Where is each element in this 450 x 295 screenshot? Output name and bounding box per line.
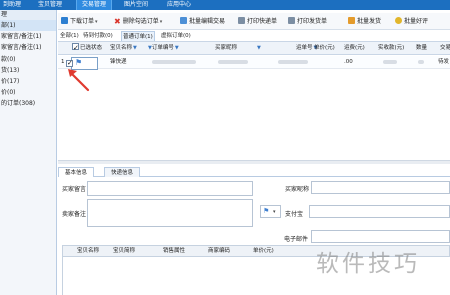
- col-select-status[interactable]: 已选状态: [72, 42, 102, 55]
- alipay-label: 支付宝: [285, 211, 304, 218]
- sidebar-item-to-ship[interactable]: 货(13): [0, 65, 56, 76]
- col-order-id[interactable]: ▼订单编号▼: [147, 42, 179, 55]
- col-received[interactable]: 实收款(元): [378, 42, 404, 55]
- edit-icon: [180, 17, 187, 24]
- table-row[interactable]: 1 锋快递 .00 待发: [58, 56, 450, 69]
- row-freight: .00: [344, 59, 353, 65]
- watermark: 软件技巧: [316, 251, 420, 277]
- menu-tab-goods[interactable]: 宝贝管理: [33, 0, 67, 10]
- sidebar-item-closed-orders[interactable]: 的订单(308): [0, 98, 56, 109]
- row-status: 待发: [438, 59, 450, 65]
- select-all-checkbox[interactable]: [72, 42, 79, 55]
- filter-icon[interactable]: ▼: [175, 45, 179, 51]
- sidebar-item-unpaid[interactable]: 款(0): [0, 54, 56, 65]
- col-freight[interactable]: 运费(元): [344, 42, 365, 55]
- print-waybill-button[interactable]: 打印快递单: [238, 16, 277, 28]
- filter-tab-normal[interactable]: 普通订单(1): [121, 31, 155, 41]
- pane-splitter[interactable]: [58, 160, 450, 164]
- ship-icon: [348, 17, 355, 24]
- filter-tab-virtual[interactable]: 虚拟订单(0): [160, 31, 192, 41]
- sidebar-item-seller-note[interactable]: 家留言/备注(1): [0, 42, 56, 53]
- row-item-name: 锋快递: [110, 59, 127, 65]
- print-icon: [288, 17, 295, 24]
- chevron-down-icon: ▾: [273, 209, 276, 215]
- filter-tab-all[interactable]: 全部(1): [59, 31, 80, 41]
- delete-selected-button[interactable]: ✖ 删除勾选订单▾: [114, 16, 162, 28]
- chevron-down-icon[interactable]: ▾: [95, 19, 98, 25]
- sidebar-item-buyer-message[interactable]: 家留言/备注(1): [0, 31, 56, 42]
- filter-tab-cod[interactable]: 待到付款(0): [82, 31, 114, 41]
- toolbar: 下载订单▾ ✖ 删除勾选订单▾ 批量编辑交易 打印快递单 打印发货单 批量发货 批…: [58, 13, 450, 30]
- menu-tab-apps[interactable]: 应用中心: [162, 0, 196, 10]
- alipay-field[interactable]: [309, 205, 450, 218]
- col-item-name[interactable]: 宝贝名称: [77, 246, 99, 257]
- batch-ship-button[interactable]: 批量发货: [348, 16, 381, 28]
- sidebar-header: 理: [0, 10, 56, 20]
- col-unit-price[interactable]: 单价(元): [314, 42, 335, 55]
- col-quantity[interactable]: 数量: [416, 42, 427, 55]
- detail-tabs: 基本信息 快递信息: [58, 167, 450, 177]
- filter-icon[interactable]: ▼: [257, 45, 261, 51]
- buyer-message-field[interactable]: [87, 181, 253, 196]
- menu-tab-assistant[interactable]: 到助理: [0, 0, 26, 10]
- menu-tab-images[interactable]: 图片空间: [119, 0, 153, 10]
- buyer-nick-label: 买家昵称: [285, 186, 310, 193]
- buyer-message-label: 买家留言: [62, 186, 87, 193]
- col-sales-attributes[interactable]: 销售属性: [163, 246, 185, 257]
- col-filter-marker[interactable]: ▼: [256, 42, 261, 55]
- seller-note-field[interactable]: [87, 199, 253, 227]
- seller-note-label: 卖家备注: [62, 211, 87, 218]
- download-orders-button[interactable]: 下载订单▾: [61, 16, 98, 28]
- annotation-arrow-icon: [68, 69, 90, 92]
- thumb-icon: [395, 17, 402, 24]
- flag-icon: ⚑: [263, 207, 270, 215]
- note-flag-select[interactable]: ⚑ ▾: [260, 205, 281, 218]
- col-item-unit-price[interactable]: 单价(元): [253, 246, 274, 257]
- sidebar: 理 部(1) 家留言/备注(1) 家留言/备注(1) 款(0) 货(13) 价(…: [0, 10, 57, 295]
- row-order-id-redacted: [152, 56, 196, 69]
- email-field[interactable]: [311, 230, 450, 243]
- tab-shipping-info[interactable]: 快递信息: [104, 167, 141, 177]
- col-trade[interactable]: 交易: [440, 42, 450, 55]
- menu-tab-trade[interactable]: 交易管理: [76, 0, 113, 10]
- col-item-short-name[interactable]: 宝贝简称: [113, 246, 135, 257]
- print-invoice-button[interactable]: 打印发货单: [288, 16, 327, 28]
- row-received-redacted: [383, 56, 397, 69]
- sidebar-item-to-rate[interactable]: 价(17): [0, 76, 56, 87]
- row-quantity-redacted: [418, 56, 424, 69]
- col-merchant-code[interactable]: 商家编码: [208, 246, 230, 257]
- tab-basic-info[interactable]: 基本信息: [58, 167, 95, 177]
- order-filter-tabs: 全部(1) 待到付款(0) 普通订单(1) 虚拟订单(0): [58, 31, 450, 41]
- email-label: 电子邮件: [284, 236, 309, 243]
- batch-edit-button[interactable]: 批量编辑交易: [180, 16, 225, 28]
- print-icon: [238, 17, 245, 24]
- orders-table-header: 已选状态 宝贝名称▼ ▼订单编号▼ 买家昵称 ▼ 运单号▼ 单价(元) 运费(元…: [58, 41, 450, 55]
- batch-rate-button[interactable]: 批量好评: [395, 16, 428, 28]
- chevron-down-icon[interactable]: ▾: [160, 19, 163, 25]
- sidebar-item-all[interactable]: 部(1): [0, 20, 56, 32]
- row-waybill-redacted: [278, 56, 308, 69]
- col-item-name[interactable]: 宝贝名称▼: [110, 42, 137, 55]
- row-index: 1: [61, 59, 65, 65]
- delete-icon: ✖: [114, 17, 121, 26]
- filter-icon[interactable]: ▼: [133, 45, 137, 51]
- download-icon: [61, 17, 68, 24]
- top-menu-bar: 到助理 宝贝管理 交易管理 图片空间 应用中心: [0, 0, 450, 10]
- row-buyer-redacted: [218, 56, 248, 69]
- buyer-nick-field[interactable]: [311, 181, 450, 194]
- col-buyer-nick[interactable]: 买家昵称: [215, 42, 237, 55]
- sidebar-item-rated[interactable]: 价(0): [0, 87, 56, 98]
